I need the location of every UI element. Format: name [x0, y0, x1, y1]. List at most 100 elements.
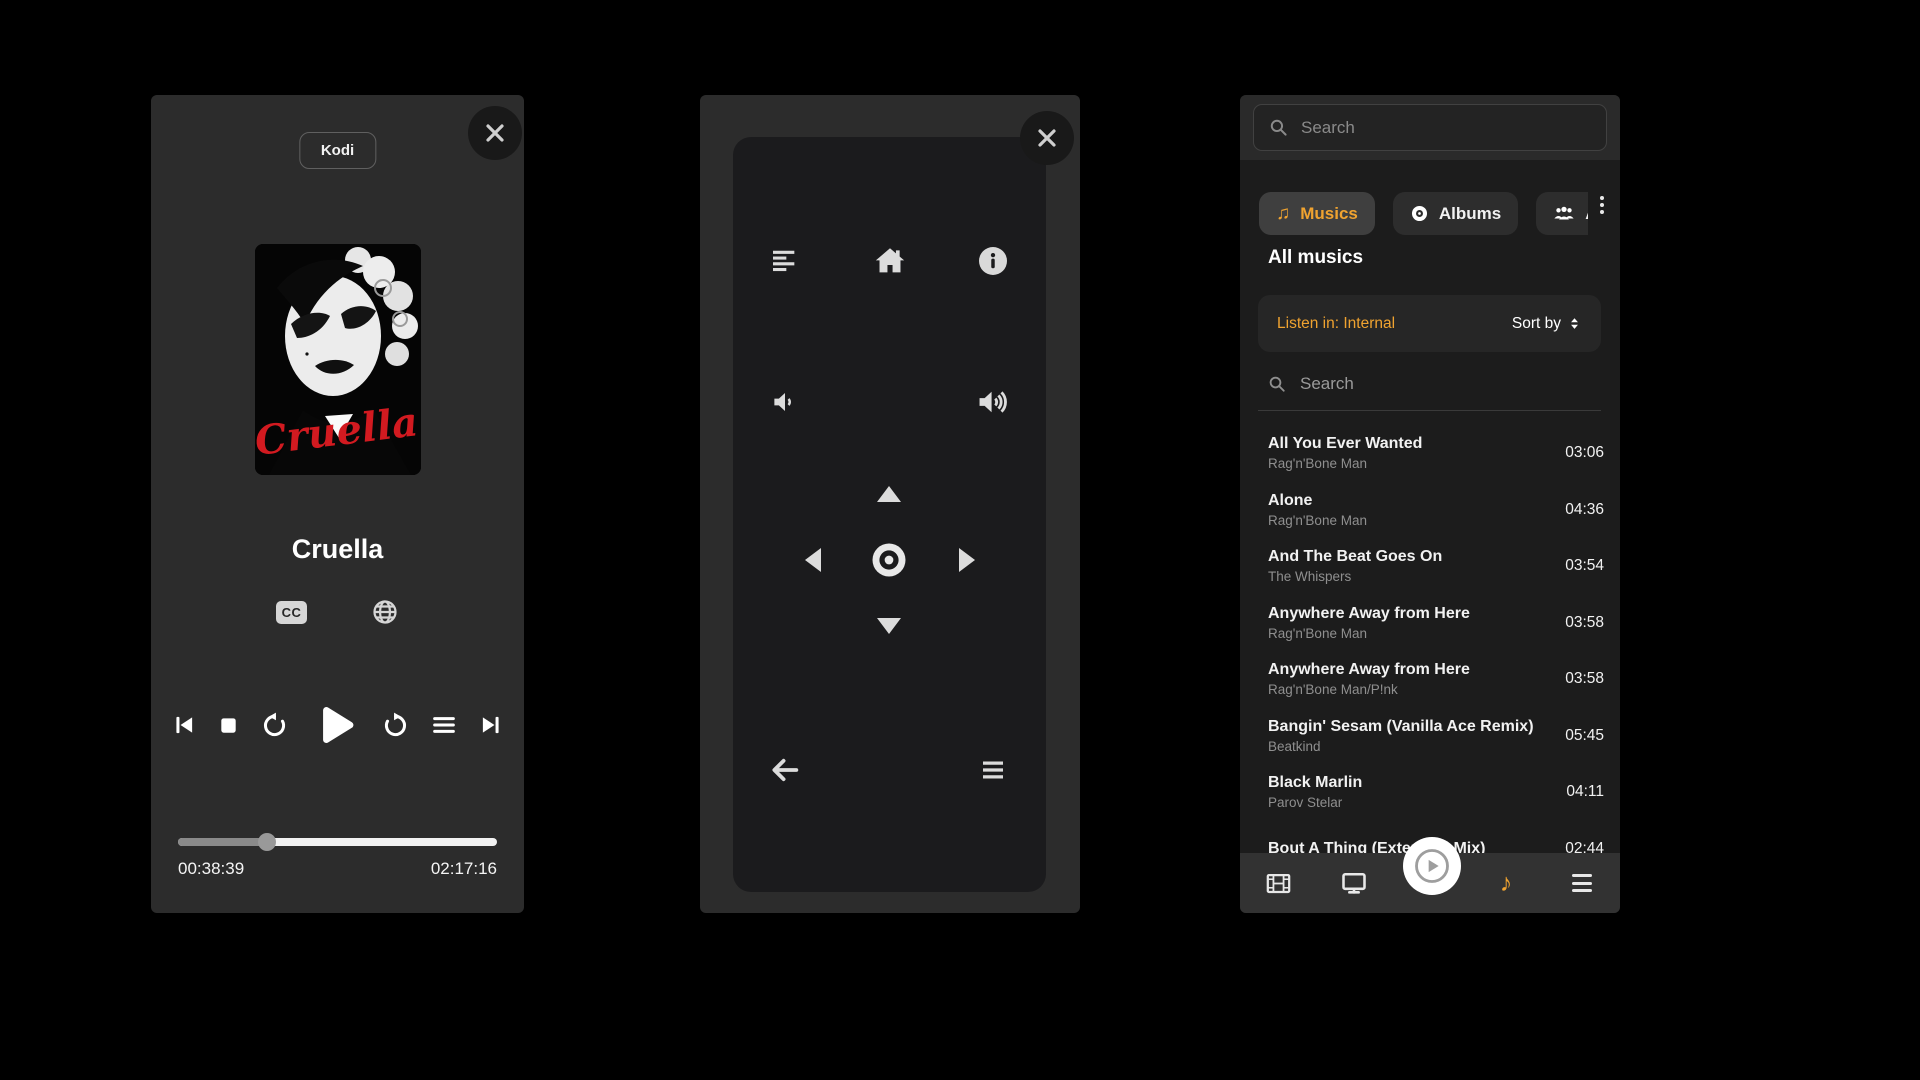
song-title: And The Beat Goes On: [1268, 546, 1555, 568]
remote-card: [733, 137, 1046, 892]
close-icon: [483, 121, 507, 145]
app-name-chip: Kodi: [299, 132, 376, 169]
forward-icon: [381, 711, 410, 740]
song-title: Bangin' Sesam (Vanilla Ace Remix): [1268, 716, 1555, 738]
category-tabs: ♫ Musics Albums Artists: [1259, 192, 1588, 235]
dpad-down-button[interactable]: [865, 602, 913, 650]
list-filter-input[interactable]: [1300, 374, 1600, 394]
people-icon: [1553, 204, 1575, 223]
more-options-button[interactable]: [1600, 196, 1604, 214]
volume-down-icon: [770, 387, 800, 417]
tab-musics[interactable]: ♫ Musics: [1259, 192, 1375, 235]
song-title: Anywhere Away from Here: [1268, 659, 1555, 681]
arrow-right-icon: [959, 548, 975, 572]
close-player-button[interactable]: [468, 106, 522, 160]
arrow-left-icon: [805, 548, 821, 572]
home-button[interactable]: [866, 237, 914, 285]
back-arrow-icon: [768, 753, 802, 787]
global-search-field[interactable]: [1253, 104, 1607, 151]
song-duration: 03:54: [1565, 557, 1604, 575]
song-duration: 03:58: [1565, 614, 1604, 632]
tab-artists[interactable]: Artists: [1536, 192, 1588, 235]
search-input[interactable]: [1301, 118, 1591, 138]
listen-in-button[interactable]: Listen in: Internal: [1277, 315, 1395, 333]
song-row[interactable]: Anywhere Away from Here Rag'n'Bone Man/P…: [1240, 651, 1620, 708]
song-artist: Rag'n'Bone Man: [1268, 455, 1555, 473]
seek-bar[interactable]: [178, 838, 497, 846]
music-note-icon: ♪: [1500, 871, 1513, 896]
nav-tv[interactable]: [1316, 869, 1392, 897]
sort-by-button[interactable]: Sort by: [1512, 315, 1582, 333]
home-icon: [873, 244, 907, 278]
song-row[interactable]: All You Ever Wanted Rag'n'Bone Man 03:06: [1240, 425, 1620, 482]
now-playing-panel: Kodi Cruella Cruella CC: [151, 95, 524, 913]
close-remote-button[interactable]: [1020, 111, 1074, 165]
close-icon: [1035, 126, 1059, 150]
dpad-left-button[interactable]: [789, 536, 837, 584]
search-icon: [1268, 375, 1286, 393]
stop-button[interactable]: [217, 714, 240, 737]
play-button[interactable]: [309, 699, 361, 751]
song-title: Anywhere Away from Here: [1268, 603, 1555, 625]
volume-up-icon: [976, 385, 1010, 419]
song-artist: The Whispers: [1268, 568, 1555, 586]
playlist-button[interactable]: [430, 711, 458, 739]
volume-down-button[interactable]: [761, 378, 809, 426]
select-icon: [871, 542, 907, 578]
next-track-button[interactable]: [478, 712, 504, 738]
movie-poster: Cruella: [255, 244, 421, 475]
song-row[interactable]: Black Marlin Parov Stelar 04:11: [1240, 764, 1620, 821]
dpad-select-button[interactable]: [865, 536, 913, 584]
song-artist: Beatkind: [1268, 738, 1555, 756]
song-row[interactable]: Alone Rag'n'Bone Man 04:36: [1240, 482, 1620, 539]
song-row[interactable]: Bangin' Sesam (Vanilla Ace Remix) Beatki…: [1240, 708, 1620, 765]
sort-by-label: Sort by: [1512, 315, 1561, 333]
volume-up-button[interactable]: [969, 378, 1017, 426]
song-artist: Parov Stelar: [1268, 794, 1556, 812]
now-playing-title: Cruella: [151, 532, 524, 566]
context-menu-button[interactable]: [969, 746, 1017, 794]
nav-more[interactable]: [1544, 874, 1620, 892]
nav-music[interactable]: ♪: [1468, 871, 1544, 896]
info-button[interactable]: [969, 237, 1017, 285]
menu-icon: [978, 755, 1008, 785]
play-circle-icon: [1412, 846, 1452, 886]
list-filter-field[interactable]: [1268, 367, 1600, 401]
audio-language-button[interactable]: [371, 598, 399, 626]
song-duration: 05:45: [1565, 727, 1604, 745]
globe-icon: [371, 598, 399, 626]
song-row[interactable]: Anywhere Away from Here Rag'n'Bone Man 0…: [1240, 595, 1620, 652]
vinyl-icon: [1410, 204, 1429, 223]
forward-button[interactable]: [381, 711, 410, 740]
now-playing-fab[interactable]: [1403, 837, 1461, 895]
seek-bar-thumb[interactable]: [258, 833, 276, 851]
song-row[interactable]: And The Beat Goes On The Whispers 03:54: [1240, 538, 1620, 595]
divider: [1258, 410, 1601, 411]
film-icon: [1265, 870, 1292, 897]
song-artist: Rag'n'Bone Man/P!nk: [1268, 681, 1555, 699]
stop-icon: [217, 714, 240, 737]
sort-updown-icon: [1567, 316, 1582, 331]
arrow-down-icon: [877, 618, 901, 634]
seek-bar-fill: [178, 838, 267, 846]
elapsed-time: 00:38:39: [178, 859, 244, 879]
back-button[interactable]: [761, 746, 809, 794]
skip-previous-icon: [171, 712, 197, 738]
playback-controls: [171, 695, 504, 755]
song-artist: Rag'n'Bone Man: [1268, 625, 1555, 643]
dpad-up-button[interactable]: [865, 470, 913, 518]
subtitles-button[interactable]: CC: [276, 601, 308, 624]
nav-movies[interactable]: [1240, 870, 1316, 897]
tv-icon: [1340, 869, 1368, 897]
previous-track-button[interactable]: [171, 712, 197, 738]
music-library-panel: ♫ Musics Albums Artists All musi: [1240, 95, 1620, 913]
total-time: 02:17:16: [431, 859, 497, 879]
section-heading: All musics: [1268, 247, 1363, 269]
notes-button[interactable]: [761, 237, 809, 285]
info-icon: [977, 245, 1009, 277]
dpad-right-button[interactable]: [943, 536, 991, 584]
song-duration: 03:06: [1565, 444, 1604, 462]
rewind-button[interactable]: [260, 711, 289, 740]
tab-albums[interactable]: Albums: [1393, 192, 1518, 235]
tab-musics-label: Musics: [1300, 204, 1358, 224]
